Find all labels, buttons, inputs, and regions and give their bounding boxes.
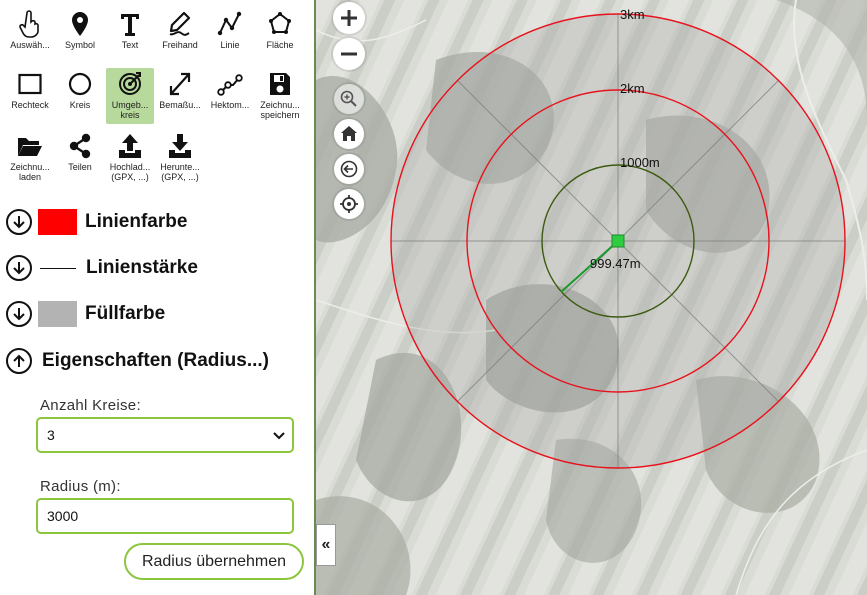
map-pin-icon bbox=[56, 10, 104, 38]
tool-line[interactable]: Linie bbox=[206, 8, 254, 64]
tool-label: Bemaßu... bbox=[159, 100, 201, 110]
line-color-swatch[interactable] bbox=[38, 209, 77, 235]
ring-label-3km: 3km bbox=[620, 7, 645, 22]
target-icon bbox=[106, 70, 154, 98]
tool-load-drawing[interactable]: Zeichnu... laden bbox=[6, 130, 54, 186]
tool-rectangle[interactable]: Rechteck bbox=[6, 68, 54, 124]
tool-area[interactable]: Fläche bbox=[256, 8, 304, 64]
tool-label: Auswäh... bbox=[10, 40, 50, 50]
zoom-magnifier-icon bbox=[340, 90, 357, 107]
arrow-down-icon bbox=[13, 216, 25, 229]
polyline-icon bbox=[206, 10, 254, 38]
tool-label: Umgeb... kreis bbox=[111, 100, 149, 120]
tool-label: Linie bbox=[220, 40, 240, 50]
zoom-in-icon bbox=[341, 10, 357, 26]
expand-line-width-button[interactable] bbox=[6, 255, 32, 281]
ring-label-1000m: 1000m bbox=[620, 155, 660, 170]
tool-select[interactable]: Auswäh... bbox=[6, 8, 54, 64]
tool-label: Fläche bbox=[266, 40, 294, 50]
circle-icon bbox=[56, 70, 104, 98]
circle-count-label: Anzahl Kreise: bbox=[40, 397, 141, 414]
tool-freehand[interactable]: Freihand bbox=[156, 8, 204, 64]
line-width-sample[interactable] bbox=[40, 267, 76, 269]
tool-surrounding-circle[interactable]: Umgeb... kreis bbox=[106, 68, 154, 124]
sidebar: Auswäh... Symbol Text Freihand Linie Flä… bbox=[0, 0, 314, 595]
tool-label: Symbol bbox=[64, 40, 95, 50]
line-color-label: Linienfarbe bbox=[85, 211, 188, 232]
node-line-icon bbox=[206, 70, 254, 98]
arrow-down-icon bbox=[13, 262, 25, 275]
tool-upload[interactable]: Hochlad... (GPX, ...) bbox=[106, 130, 154, 186]
diagonal-arrow-icon bbox=[156, 70, 204, 98]
tool-label: Text bbox=[121, 40, 139, 50]
radius-value: 3000 bbox=[47, 508, 79, 524]
aerial-map bbox=[316, 0, 867, 595]
tool-circle[interactable]: Kreis bbox=[56, 68, 104, 124]
arrow-down-icon bbox=[13, 308, 25, 321]
back-button[interactable] bbox=[334, 154, 364, 184]
tool-label: Zeichnu... laden bbox=[10, 162, 50, 182]
line-color-row: Linienfarbe bbox=[6, 207, 187, 237]
tool-measure[interactable]: Bemaßu... bbox=[156, 68, 204, 124]
settings-row: Eigenschaften (Radius...) bbox=[6, 346, 269, 376]
radius-label: Radius (m): bbox=[40, 478, 121, 495]
freehand-pen-icon bbox=[156, 10, 204, 38]
expand-line-color-button[interactable] bbox=[6, 209, 32, 235]
tool-label: Hektom... bbox=[210, 100, 250, 110]
locate-button[interactable] bbox=[334, 189, 364, 219]
circle-count-value: 3 bbox=[47, 427, 55, 443]
zoom-out-icon bbox=[341, 52, 357, 56]
text-t-icon bbox=[106, 10, 154, 38]
radius-measure-label: 999.47m bbox=[590, 256, 641, 271]
share-icon bbox=[56, 132, 104, 160]
radius-input[interactable]: 3000 bbox=[36, 498, 294, 534]
tool-label: Freihand bbox=[162, 40, 198, 50]
polygon-icon bbox=[256, 10, 304, 38]
line-width-label: Linienstärke bbox=[86, 257, 198, 278]
expand-fill-color-button[interactable] bbox=[6, 301, 32, 327]
tool-label: Rechteck bbox=[11, 100, 49, 110]
tool-label: Hochlad... (GPX, ...) bbox=[109, 162, 151, 182]
collapse-settings-button[interactable] bbox=[6, 348, 32, 374]
rectangle-icon bbox=[6, 70, 54, 98]
tool-text[interactable]: Text bbox=[106, 8, 154, 64]
pointer-hand-icon bbox=[6, 10, 54, 38]
collapse-sidebar-button[interactable]: « bbox=[316, 524, 336, 566]
chevron-down-icon bbox=[273, 432, 285, 440]
floppy-disk-icon bbox=[256, 70, 304, 98]
upload-icon bbox=[106, 132, 154, 160]
tool-label: Teilen bbox=[68, 162, 92, 172]
apply-radius-button[interactable]: Radius übernehmen bbox=[124, 543, 304, 580]
home-button[interactable] bbox=[334, 119, 364, 149]
back-icon bbox=[340, 160, 358, 178]
tool-download[interactable]: Herunte... (GPX, ...) bbox=[156, 130, 204, 186]
zoom-magnifier-button[interactable] bbox=[334, 84, 364, 114]
zoom-out-button[interactable] bbox=[333, 38, 365, 70]
folder-open-icon bbox=[6, 132, 54, 160]
fill-color-row: Füllfarbe bbox=[6, 299, 165, 329]
tool-label: Herunte... (GPX, ...) bbox=[160, 162, 200, 182]
map-view[interactable]: 3km 2km 1000m 999.47m bbox=[316, 0, 867, 595]
tool-share[interactable]: Teilen bbox=[56, 130, 104, 186]
fill-color-label: Füllfarbe bbox=[85, 303, 166, 324]
arrow-up-icon bbox=[13, 354, 25, 367]
settings-label: Eigenschaften (Radius...) bbox=[42, 350, 269, 371]
tool-label: Zeichnu... speichern bbox=[260, 100, 300, 120]
ring-label-2km: 2km bbox=[620, 81, 645, 96]
locate-icon bbox=[340, 195, 358, 213]
tool-hectometer[interactable]: Hektom... bbox=[206, 68, 254, 124]
circle-count-select[interactable]: 3 bbox=[36, 417, 294, 453]
download-icon bbox=[156, 132, 204, 160]
tool-symbol[interactable]: Symbol bbox=[56, 8, 104, 64]
tool-save-drawing[interactable]: Zeichnu... speichern bbox=[256, 68, 304, 124]
home-icon bbox=[341, 126, 357, 141]
zoom-in-button[interactable] bbox=[333, 2, 365, 34]
tool-label: Kreis bbox=[69, 100, 91, 110]
line-width-row: Linienstärke bbox=[6, 253, 198, 283]
fill-color-swatch[interactable] bbox=[38, 301, 77, 327]
